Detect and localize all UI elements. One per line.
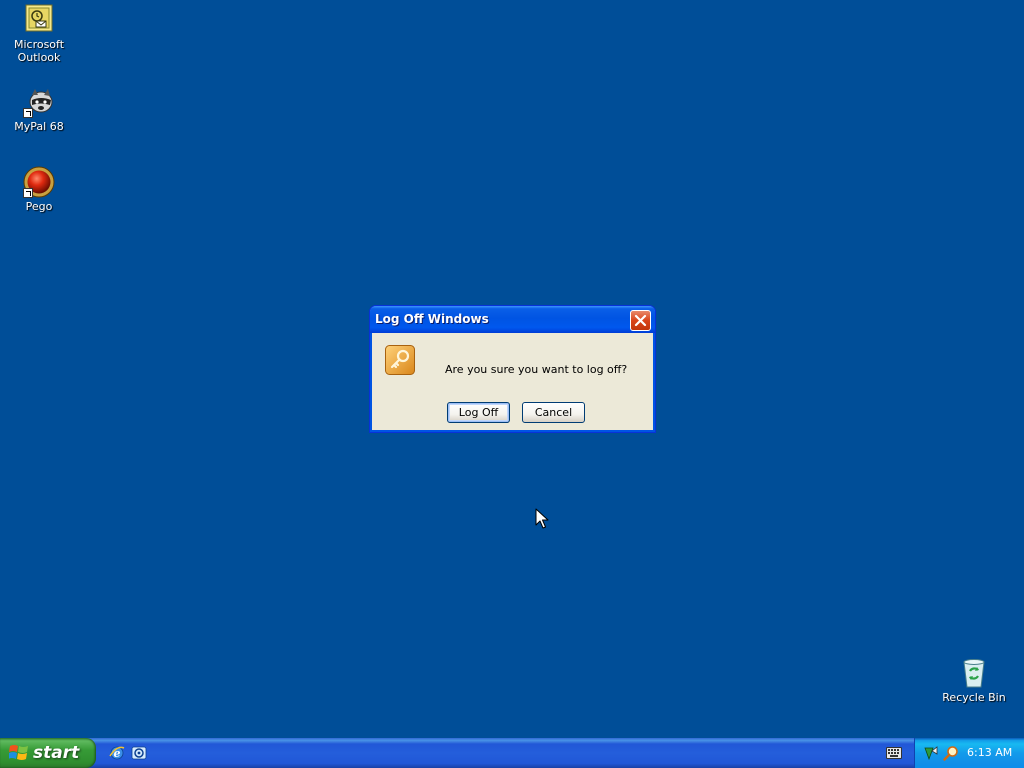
cancel-button[interactable]: Cancel: [522, 402, 585, 423]
mouse-cursor-icon: [535, 508, 549, 533]
raccoon-icon: [23, 86, 55, 118]
dialog-titlebar[interactable]: Log Off Windows: [370, 306, 655, 333]
desktop-icon-recycle-bin[interactable]: Recycle Bin: [936, 657, 1012, 704]
search-icon[interactable]: [943, 745, 959, 761]
logoff-dialog: Log Off Windows Are you sure you want to…: [369, 305, 656, 433]
desktop-icon-label: MyPal 68: [14, 120, 64, 133]
outlook-icon: [23, 4, 55, 36]
key-icon: [385, 345, 415, 375]
desktop: Microsoft Outlook MyPal 68 Pego Recycle …: [0, 0, 1024, 738]
network-icon[interactable]: [923, 745, 939, 761]
close-icon: [634, 314, 647, 327]
start-button[interactable]: start: [0, 738, 96, 768]
logoff-button[interactable]: Log Off: [447, 402, 510, 423]
windows-logo-icon: [8, 744, 29, 765]
start-label: start: [33, 743, 80, 763]
dialog-body: Are you sure you want to log off? Log Of…: [373, 333, 652, 429]
dialog-message: Are you sure you want to log off?: [445, 363, 628, 376]
desktop-icon-outlook[interactable]: Microsoft Outlook: [1, 4, 77, 64]
desktop-icon-pego[interactable]: Pego: [1, 166, 77, 213]
desktop-icon-label: Recycle Bin: [942, 691, 1006, 704]
tray-clock[interactable]: 6:13 AM: [967, 746, 1012, 759]
recycle-bin-icon: [958, 657, 990, 689]
shortcut-arrow-icon: [23, 108, 33, 118]
desktop-icon-label: Microsoft Outlook: [13, 38, 65, 64]
taskbar: start e 6:13 AM: [0, 738, 1024, 768]
system-tray: 6:13 AM: [914, 738, 1024, 768]
keyboard-icon[interactable]: [886, 747, 902, 759]
internet-explorer-icon[interactable]: e: [109, 745, 125, 761]
shortcut-arrow-icon: [23, 188, 33, 198]
desktop-icon-mypal[interactable]: MyPal 68: [1, 86, 77, 133]
close-button[interactable]: [630, 310, 651, 331]
desktop-icon-label: Pego: [25, 200, 53, 213]
dialog-title: Log Off Windows: [375, 312, 489, 326]
red-ball-icon: [23, 166, 55, 198]
outlook-express-icon[interactable]: [131, 745, 147, 761]
